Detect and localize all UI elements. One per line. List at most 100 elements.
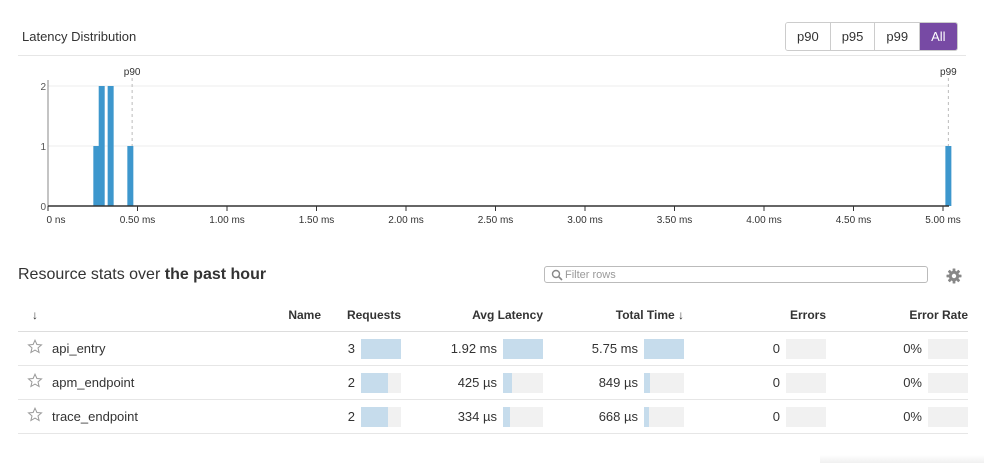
x-tick-label: 5.00 ms <box>925 215 961 226</box>
errors-bar <box>786 406 826 427</box>
histogram-bar <box>93 146 100 206</box>
error-rate-bar <box>928 338 968 359</box>
star-icon[interactable] <box>27 372 43 392</box>
total-time-column-header[interactable]: Total Time ↓ <box>543 299 684 332</box>
total-time-cell: 849 µs <box>543 365 684 400</box>
p90-button[interactable]: p90 <box>786 23 831 50</box>
y-tick-label: 0 <box>40 202 46 213</box>
bottom-edge-shadow <box>820 455 984 463</box>
favorite-cell <box>18 331 52 366</box>
avg-latency-bar <box>503 406 543 427</box>
filter-rows-input[interactable] <box>563 268 905 281</box>
x-tick-label: 2.00 ms <box>388 215 424 226</box>
requests-bar <box>361 406 401 427</box>
percentile-toggle-group: p90 p95 p99 All <box>785 22 958 51</box>
requests-cell: 3 <box>321 331 401 366</box>
errors-value: 0 <box>772 375 780 390</box>
x-tick-label: 1.00 ms <box>209 215 245 226</box>
y-tick-label: 2 <box>40 82 46 93</box>
requests-cell: 2 <box>321 399 401 434</box>
error-rate-bar <box>928 406 968 427</box>
favorite-cell <box>18 365 52 400</box>
errors-cell: 0 <box>684 365 826 400</box>
favorite-cell <box>18 399 52 434</box>
histogram-bar <box>945 146 952 206</box>
total-time-value: 849 µs <box>598 375 638 390</box>
total-time-value: 5.75 ms <box>591 341 638 356</box>
all-button[interactable]: All <box>920 23 957 50</box>
table-row[interactable]: trace_endpoint 2 334 µs 668 µs 0 0% <box>18 399 968 434</box>
y-tick-label: 1 <box>40 142 46 153</box>
avg-latency-bar <box>503 372 543 393</box>
x-tick-label: 3.00 ms <box>567 215 603 226</box>
avg-latency-cell: 1.92 ms <box>401 331 543 366</box>
error-rate-bar <box>928 372 968 393</box>
total-time-cell: 668 µs <box>543 399 684 434</box>
resource-stats-title-prefix: Resource stats over <box>18 266 161 283</box>
resource-name[interactable]: apm_endpoint <box>52 365 321 400</box>
sort-column-header[interactable]: ↓ <box>18 299 52 332</box>
requests-bar <box>361 372 401 393</box>
title-divider <box>18 55 966 56</box>
resource-name[interactable]: api_entry <box>52 331 321 366</box>
x-tick-label: 4.50 ms <box>836 215 872 226</box>
x-tick-label: 0.50 ms <box>120 215 156 226</box>
percentile-marker-label: p90 <box>124 67 141 78</box>
requests-value: 3 <box>347 341 355 356</box>
table-header-row: ↓ Name Requests Avg Latency Total Time ↓… <box>18 299 968 332</box>
avg-latency-value: 425 µs <box>457 375 497 390</box>
p95-button[interactable]: p95 <box>830 23 876 50</box>
star-icon[interactable] <box>27 338 43 358</box>
resource-stats-title: Resource stats over the past hour <box>18 266 266 284</box>
avg-latency-value: 334 µs <box>457 409 497 424</box>
name-column-header[interactable]: Name <box>52 299 321 332</box>
error-rate-value: 0% <box>903 375 922 390</box>
error-rate-value: 0% <box>903 409 922 424</box>
requests-value: 2 <box>347 375 355 390</box>
avg-latency-cell: 334 µs <box>401 399 543 434</box>
resource-stats-table: ↓ Name Requests Avg Latency Total Time ↓… <box>18 299 968 434</box>
error-rate-cell: 0% <box>826 365 968 400</box>
errors-cell: 0 <box>684 399 826 434</box>
histogram-bar <box>127 146 134 206</box>
error-rate-cell: 0% <box>826 331 968 366</box>
table-row[interactable]: api_entry 3 1.92 ms 5.75 ms 0 0% <box>18 331 968 366</box>
requests-cell: 2 <box>321 365 401 400</box>
errors-value: 0 <box>772 409 780 424</box>
total-time-value: 668 µs <box>598 409 638 424</box>
latency-histogram: 0 1 2 p90 p99 0 ns 0.50 ms 1.00 ms 1.50 ms 2.00 m… <box>40 67 961 226</box>
error-rate-column-header[interactable]: Error Rate <box>826 299 968 332</box>
error-rate-value: 0% <box>903 341 922 356</box>
requests-column-header[interactable]: Requests <box>321 299 401 332</box>
table-row[interactable]: apm_endpoint 2 425 µs 849 µs 0 0% <box>18 365 968 400</box>
total-time-bar <box>644 338 684 359</box>
resource-name[interactable]: trace_endpoint <box>52 399 321 434</box>
error-rate-cell: 0% <box>826 399 968 434</box>
errors-value: 0 <box>772 341 780 356</box>
total-time-bar <box>644 406 684 427</box>
x-tick-label: 1.50 ms <box>299 215 335 226</box>
total-time-bar <box>644 372 684 393</box>
x-tick-label: 4.00 ms <box>746 215 782 226</box>
errors-cell: 0 <box>684 331 826 366</box>
gear-icon[interactable] <box>945 267 963 285</box>
x-tick-label: 0 ns <box>47 215 66 226</box>
x-tick-label: 2.50 ms <box>478 215 514 226</box>
search-icon <box>551 269 563 281</box>
avg-latency-cell: 425 µs <box>401 365 543 400</box>
p99-button[interactable]: p99 <box>875 23 921 50</box>
filter-rows-field[interactable] <box>544 266 928 283</box>
histogram-bar <box>98 86 105 206</box>
resource-stats-timeframe: the past hour <box>164 266 267 283</box>
avg-latency-bar <box>503 338 543 359</box>
total-time-cell: 5.75 ms <box>543 331 684 366</box>
requests-bar <box>361 338 401 359</box>
avg-latency-value: 1.92 ms <box>450 341 497 356</box>
errors-column-header[interactable]: Errors <box>684 299 826 332</box>
histogram-bar <box>107 86 114 206</box>
avg-latency-column-header[interactable]: Avg Latency <box>401 299 543 332</box>
requests-value: 2 <box>347 409 355 424</box>
percentile-marker-label: p99 <box>940 67 957 78</box>
x-tick-label: 3.50 ms <box>657 215 693 226</box>
star-icon[interactable] <box>27 406 43 426</box>
